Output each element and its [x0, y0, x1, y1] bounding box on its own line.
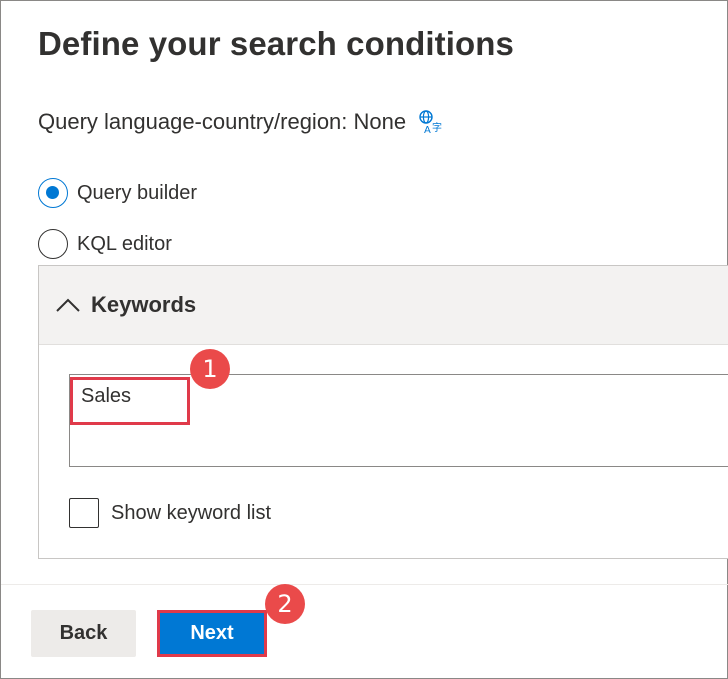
radio-label-query-builder: Query builder: [77, 181, 198, 204]
radio-button-selected[interactable]: [38, 178, 68, 208]
radio-label-kql-editor: KQL editor: [77, 232, 172, 255]
keywords-input[interactable]: Sales: [69, 374, 728, 467]
keywords-input-value[interactable]: Sales: [81, 385, 131, 408]
query-language-row: Query language-country/region: None A 字: [38, 109, 444, 136]
wizard-panel: Define your search conditions Query lang…: [0, 0, 728, 679]
step-badge-1: 1: [190, 349, 230, 389]
keywords-header-label: Keywords: [91, 292, 197, 317]
back-button[interactable]: Back: [31, 610, 136, 657]
show-keyword-list-option[interactable]: Show keyword list: [69, 498, 271, 528]
radio-kql-editor[interactable]: KQL editor: [38, 229, 172, 259]
show-keyword-list-label: Show keyword list: [111, 501, 272, 524]
translate-icon[interactable]: A 字: [418, 109, 444, 136]
show-keyword-list-checkbox[interactable]: [69, 498, 99, 528]
svg-text:A: A: [424, 125, 431, 135]
query-language-label: Query language-country/region: None: [38, 109, 407, 134]
footer-divider: [1, 584, 728, 585]
next-button[interactable]: Next: [157, 610, 267, 657]
chevron-up-icon[interactable]: [53, 290, 83, 320]
radio-button[interactable]: [38, 229, 68, 259]
page-title: Define your search conditions: [38, 25, 515, 62]
keywords-card: Keywords Sales Show keyword list: [38, 265, 728, 559]
radio-query-builder[interactable]: Query builder: [38, 178, 197, 208]
svg-text:字: 字: [432, 121, 442, 134]
step-badge-2: 2: [265, 584, 305, 624]
keywords-card-header[interactable]: Keywords: [39, 266, 728, 345]
